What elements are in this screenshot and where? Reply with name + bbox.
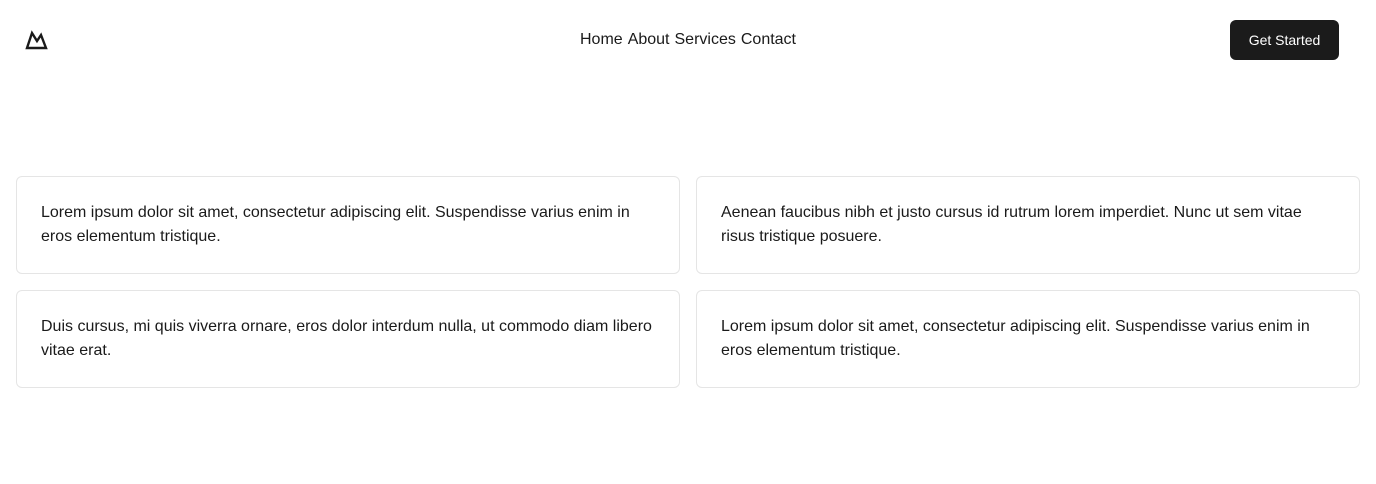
feature-card-grid: Lorem ipsum dolor sit amet, consectetur … bbox=[16, 176, 1360, 388]
nav-link-home[interactable]: Home bbox=[580, 28, 623, 52]
nav-link-about[interactable]: About bbox=[628, 28, 670, 52]
feature-card: Duis cursus, mi quis viverra ornare, ero… bbox=[16, 290, 680, 388]
main-nav: Home About Services Contact bbox=[0, 28, 1376, 52]
nav-link-contact[interactable]: Contact bbox=[741, 28, 796, 52]
feature-card: Aenean faucibus nibh et justo cursus id … bbox=[696, 176, 1360, 274]
site-header: Home About Services Contact Get Started bbox=[0, 0, 1376, 80]
get-started-button[interactable]: Get Started bbox=[1230, 20, 1339, 60]
nav-link-services[interactable]: Services bbox=[675, 28, 736, 52]
feature-card: Lorem ipsum dolor sit amet, consectetur … bbox=[16, 176, 680, 274]
feature-card: Lorem ipsum dolor sit amet, consectetur … bbox=[696, 290, 1360, 388]
